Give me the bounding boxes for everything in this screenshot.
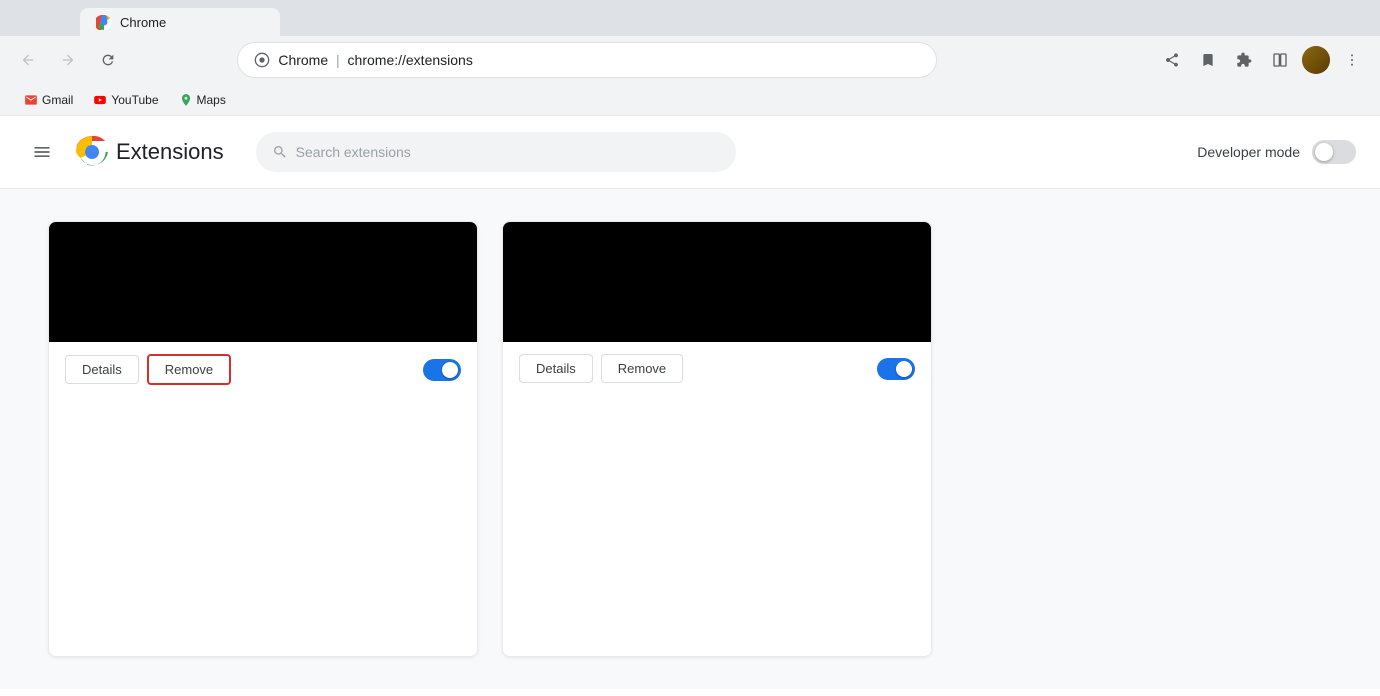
search-icon — [272, 144, 288, 160]
toggle-track-2[interactable] — [877, 358, 915, 380]
active-tab[interactable]: Chrome — [80, 8, 280, 36]
developer-mode-label: Developer mode — [1197, 144, 1300, 160]
chrome-logo — [76, 136, 108, 168]
address-bar[interactable]: Chrome | chrome://extensions — [237, 42, 937, 78]
extension-image-1 — [49, 222, 477, 342]
remove-button-1[interactable]: Remove — [147, 354, 231, 385]
maps-icon — [179, 93, 193, 107]
forward-button[interactable] — [52, 44, 84, 76]
address-text: Chrome | chrome://extensions — [278, 52, 920, 68]
toggle-track[interactable] — [1312, 140, 1356, 164]
extension-card-2: Details Remove — [502, 221, 932, 657]
extension-image-2 — [503, 222, 931, 342]
browser-frame: Chrome Chrome | chrome://extensions — [0, 0, 1380, 116]
nav-right-buttons — [1156, 44, 1368, 76]
extension-actions-1: Details Remove — [49, 342, 477, 397]
developer-mode-toggle[interactable] — [1312, 140, 1356, 164]
chrome-favicon — [96, 14, 112, 30]
reload-button[interactable] — [92, 44, 124, 76]
search-bar[interactable] — [256, 132, 736, 172]
sidebar-menu-button[interactable] — [24, 134, 60, 170]
page-title: Extensions — [116, 139, 224, 165]
page-content: Extensions Developer mode Details Remo — [0, 116, 1380, 696]
developer-mode-container: Developer mode — [1197, 140, 1356, 164]
toggle-thumb — [1315, 143, 1333, 161]
bookmark-maps-label: Maps — [197, 93, 226, 107]
menu-button[interactable] — [1336, 44, 1368, 76]
nav-bar: Chrome | chrome://extensions — [0, 36, 1380, 84]
details-button-1[interactable]: Details — [65, 355, 139, 384]
share-button[interactable] — [1156, 44, 1188, 76]
extension-card-1: Details Remove — [48, 221, 478, 657]
avatar — [1302, 46, 1330, 74]
tab-bar: Chrome — [0, 0, 1380, 36]
toggle-track-1[interactable] — [423, 359, 461, 381]
bookmark-maps[interactable]: Maps — [171, 89, 234, 111]
extensions-header: Extensions Developer mode — [0, 116, 1380, 189]
bookmark-youtube-label: YouTube — [111, 93, 158, 107]
youtube-icon — [93, 93, 107, 107]
profile-button[interactable] — [1300, 44, 1332, 76]
extension-toggle-2[interactable] — [877, 358, 915, 380]
search-input[interactable] — [296, 144, 720, 160]
bookmark-gmail-label: Gmail — [42, 93, 73, 107]
tab-title: Chrome — [120, 15, 166, 30]
details-button-2[interactable]: Details — [519, 354, 593, 383]
bookmarks-bar: Gmail YouTube Maps — [0, 84, 1380, 116]
bookmark-gmail[interactable]: Gmail — [16, 89, 81, 111]
site-icon — [254, 52, 270, 68]
remove-button-2[interactable]: Remove — [601, 354, 683, 383]
bookmark-youtube[interactable]: YouTube — [85, 89, 166, 111]
toggle-thumb-2 — [896, 361, 912, 377]
gmail-icon — [24, 93, 38, 107]
bookmark-button[interactable] — [1192, 44, 1224, 76]
extension-actions-2: Details Remove — [503, 342, 931, 395]
extensions-puzzle-button[interactable] — [1228, 44, 1260, 76]
extensions-grid: Details Remove Details Remove — [0, 189, 1380, 689]
extension-toggle-1[interactable] — [423, 359, 461, 381]
back-button[interactable] — [12, 44, 44, 76]
toggle-thumb-1 — [442, 362, 458, 378]
split-screen-button[interactable] — [1264, 44, 1296, 76]
